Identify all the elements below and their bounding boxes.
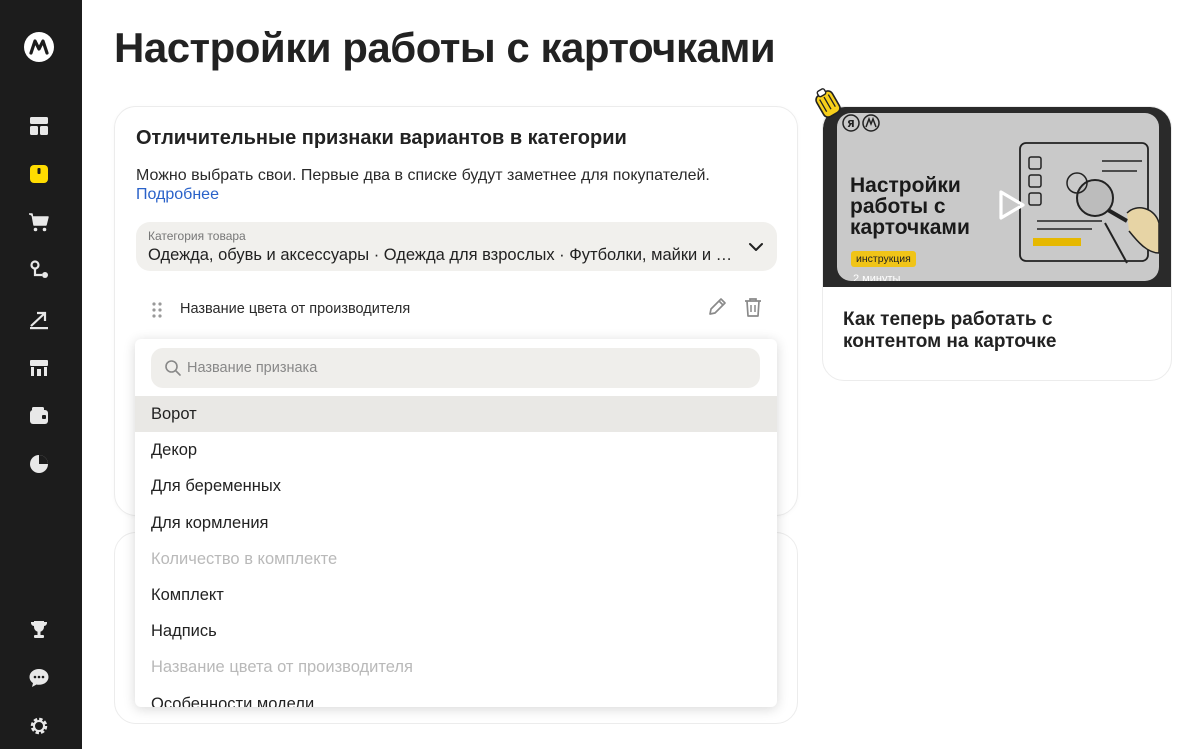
analytics-icon[interactable] <box>25 450 53 478</box>
attribute-option[interactable]: Для беременных <box>135 468 777 504</box>
attribute-search[interactable] <box>151 348 760 388</box>
chevron-down-icon <box>749 243 763 251</box>
trophy-icon[interactable] <box>25 616 53 644</box>
attribute-option[interactable]: Для кормления <box>135 505 777 541</box>
trash-icon[interactable] <box>742 296 764 318</box>
video-thumbnail: Я Настройки работы с карточками инструкц… <box>837 113 1159 281</box>
market-logo-icon[interactable] <box>22 30 56 64</box>
paper-clip-icon <box>815 88 841 118</box>
category-select-value: Одежда, обувь и аксессуары · Одежда для … <box>148 246 738 264</box>
more-info-link[interactable]: Подробнее <box>136 186 219 204</box>
drag-handle-icon[interactable] <box>150 301 164 319</box>
pencil-icon[interactable] <box>706 296 728 318</box>
video-duration: 2 минуты <box>853 273 901 281</box>
play-icon[interactable] <box>997 188 1027 222</box>
attribute-option[interactable]: Декор <box>135 432 777 468</box>
attribute-option[interactable]: Надпись <box>135 613 777 649</box>
section-title: Отличительные признаки вариантов в катег… <box>136 127 627 149</box>
logistics-icon[interactable] <box>25 256 53 284</box>
chat-icon[interactable] <box>25 664 53 692</box>
dashboard-icon[interactable] <box>25 112 53 140</box>
attribute-dropdown: Ворот Декор Для беременных Для кормления… <box>135 339 777 707</box>
video-caption: Как теперь работать с контентом на карто… <box>843 309 1057 352</box>
attribute-option: Название цвета от производителя <box>151 658 413 677</box>
svg-text:Я: Я <box>847 119 855 130</box>
attribute-option[interactable]: Ворот <box>135 396 777 433</box>
video-preview[interactable]: Я Настройки работы с карточками инструкц… <box>823 107 1171 287</box>
variant-attribute-label: Название цвета от производителя <box>180 301 411 317</box>
video-tag: инструкция <box>851 251 916 267</box>
cart-icon[interactable] <box>25 208 53 236</box>
wallet-icon[interactable] <box>25 402 53 430</box>
instruction-video-card[interactable]: Я Настройки работы с карточками инструкц… <box>822 106 1172 381</box>
video-heading: Настройки работы с карточками <box>850 174 970 239</box>
sidebar <box>0 0 82 749</box>
variant-attribute-row: Название цвета от производителя <box>136 291 777 327</box>
attribute-option[interactable]: Особенности модели <box>135 686 777 708</box>
category-select[interactable]: Категория товара Одежда, обувь и аксессу… <box>136 222 777 271</box>
products-icon[interactable] <box>25 160 53 188</box>
category-select-label: Категория товара <box>148 229 246 243</box>
attribute-options-list: Ворот Декор Для беременных Для кормления… <box>135 396 777 707</box>
store-icon[interactable] <box>25 354 53 382</box>
growth-icon[interactable] <box>25 306 53 334</box>
settings-icon[interactable] <box>25 712 53 740</box>
attribute-search-input[interactable] <box>187 348 747 388</box>
search-icon <box>165 360 181 376</box>
attribute-option: Количество в комплекте <box>151 549 338 568</box>
page-title: Настройки работы с карточками <box>114 24 776 71</box>
attribute-option[interactable]: Комплект <box>135 577 777 613</box>
section-description: Можно выбрать свои. Первые два в списке … <box>136 167 710 184</box>
